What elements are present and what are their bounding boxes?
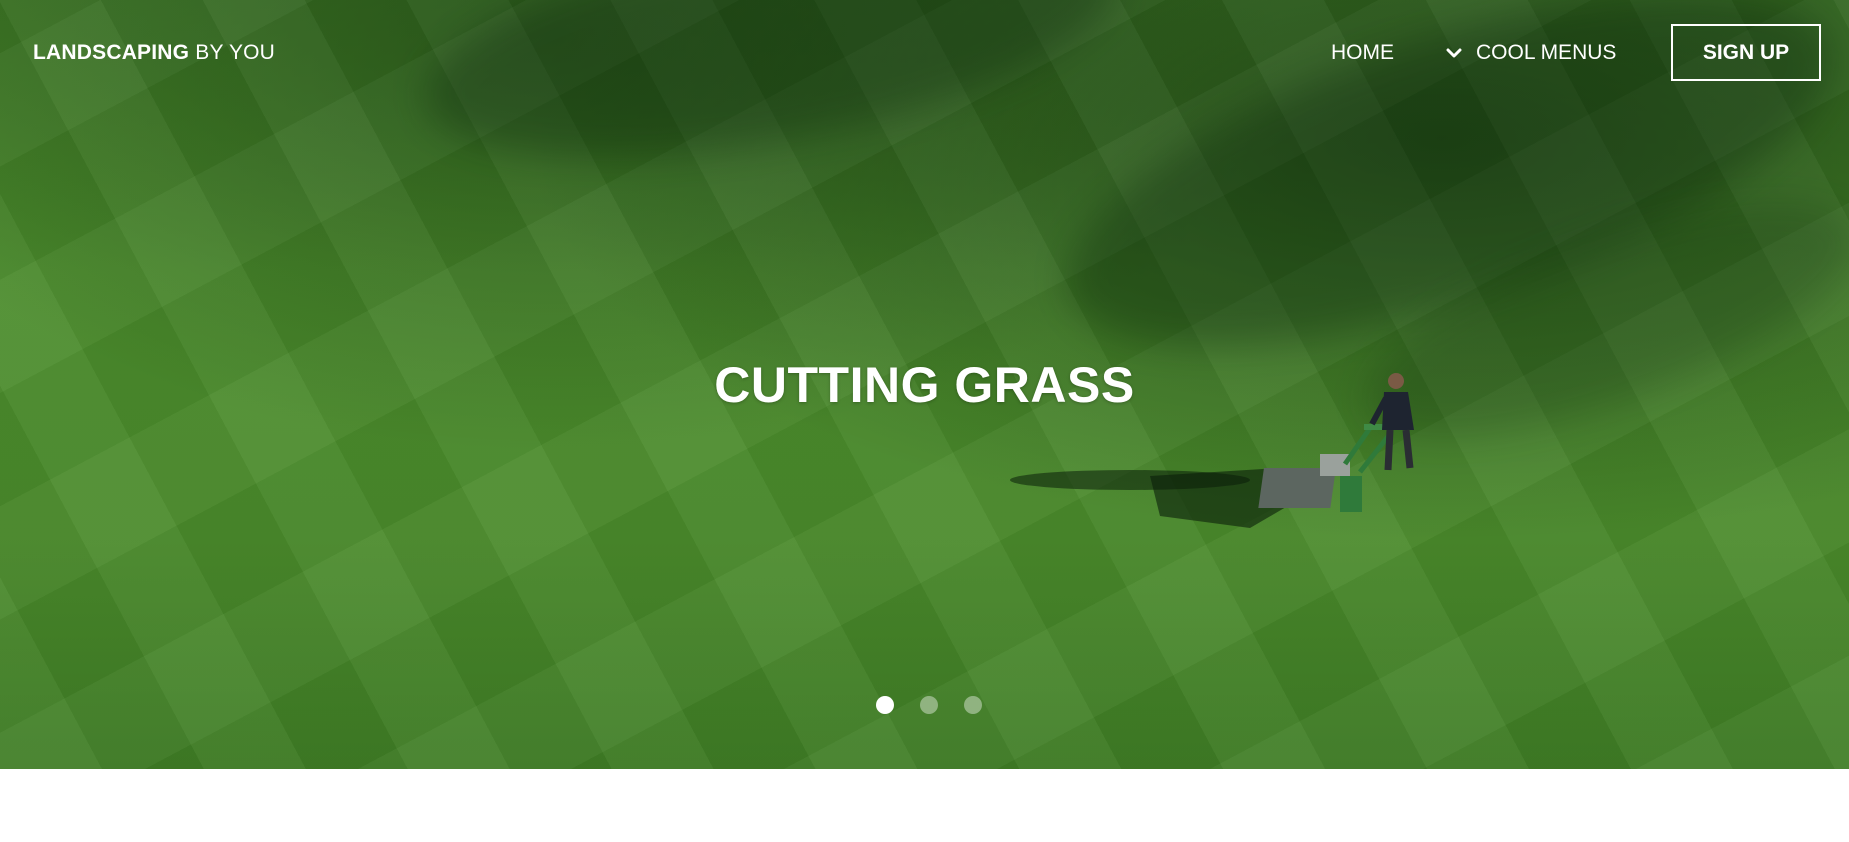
page: LANDSCAPING BY YOU HOME COOL MENUS SIGN … [0,0,1849,842]
chevron-down-icon [1446,48,1462,58]
carousel-dot-1[interactable] [876,696,894,714]
carousel-dot-2[interactable] [920,696,938,714]
sign-up-button[interactable]: SIGN UP [1671,24,1821,81]
carousel-dot-3[interactable] [964,696,982,714]
top-navigation: LANDSCAPING BY YOU HOME COOL MENUS SIGN … [0,0,1849,108]
nav-home-link[interactable]: HOME [1331,41,1394,65]
mower-engine [1320,454,1350,476]
brand-logo[interactable]: LANDSCAPING BY YOU [33,41,275,65]
mower-handle [1342,426,1373,466]
hero-title: CUTTING GRASS [714,357,1135,413]
hero-banner: LANDSCAPING BY YOU HOME COOL MENUS SIGN … [0,0,1849,769]
person-leg [1402,429,1414,469]
mower-roller [1340,476,1362,512]
brand-name-strong: LANDSCAPING [33,41,190,64]
person-leg [1384,429,1394,471]
nav-cool-menus-dropdown[interactable]: COOL MENUS [1446,41,1616,65]
carousel-indicators [876,696,982,714]
brand-name-rest: BY YOU [189,41,276,64]
nav-cool-menus-label: COOL MENUS [1476,41,1617,64]
